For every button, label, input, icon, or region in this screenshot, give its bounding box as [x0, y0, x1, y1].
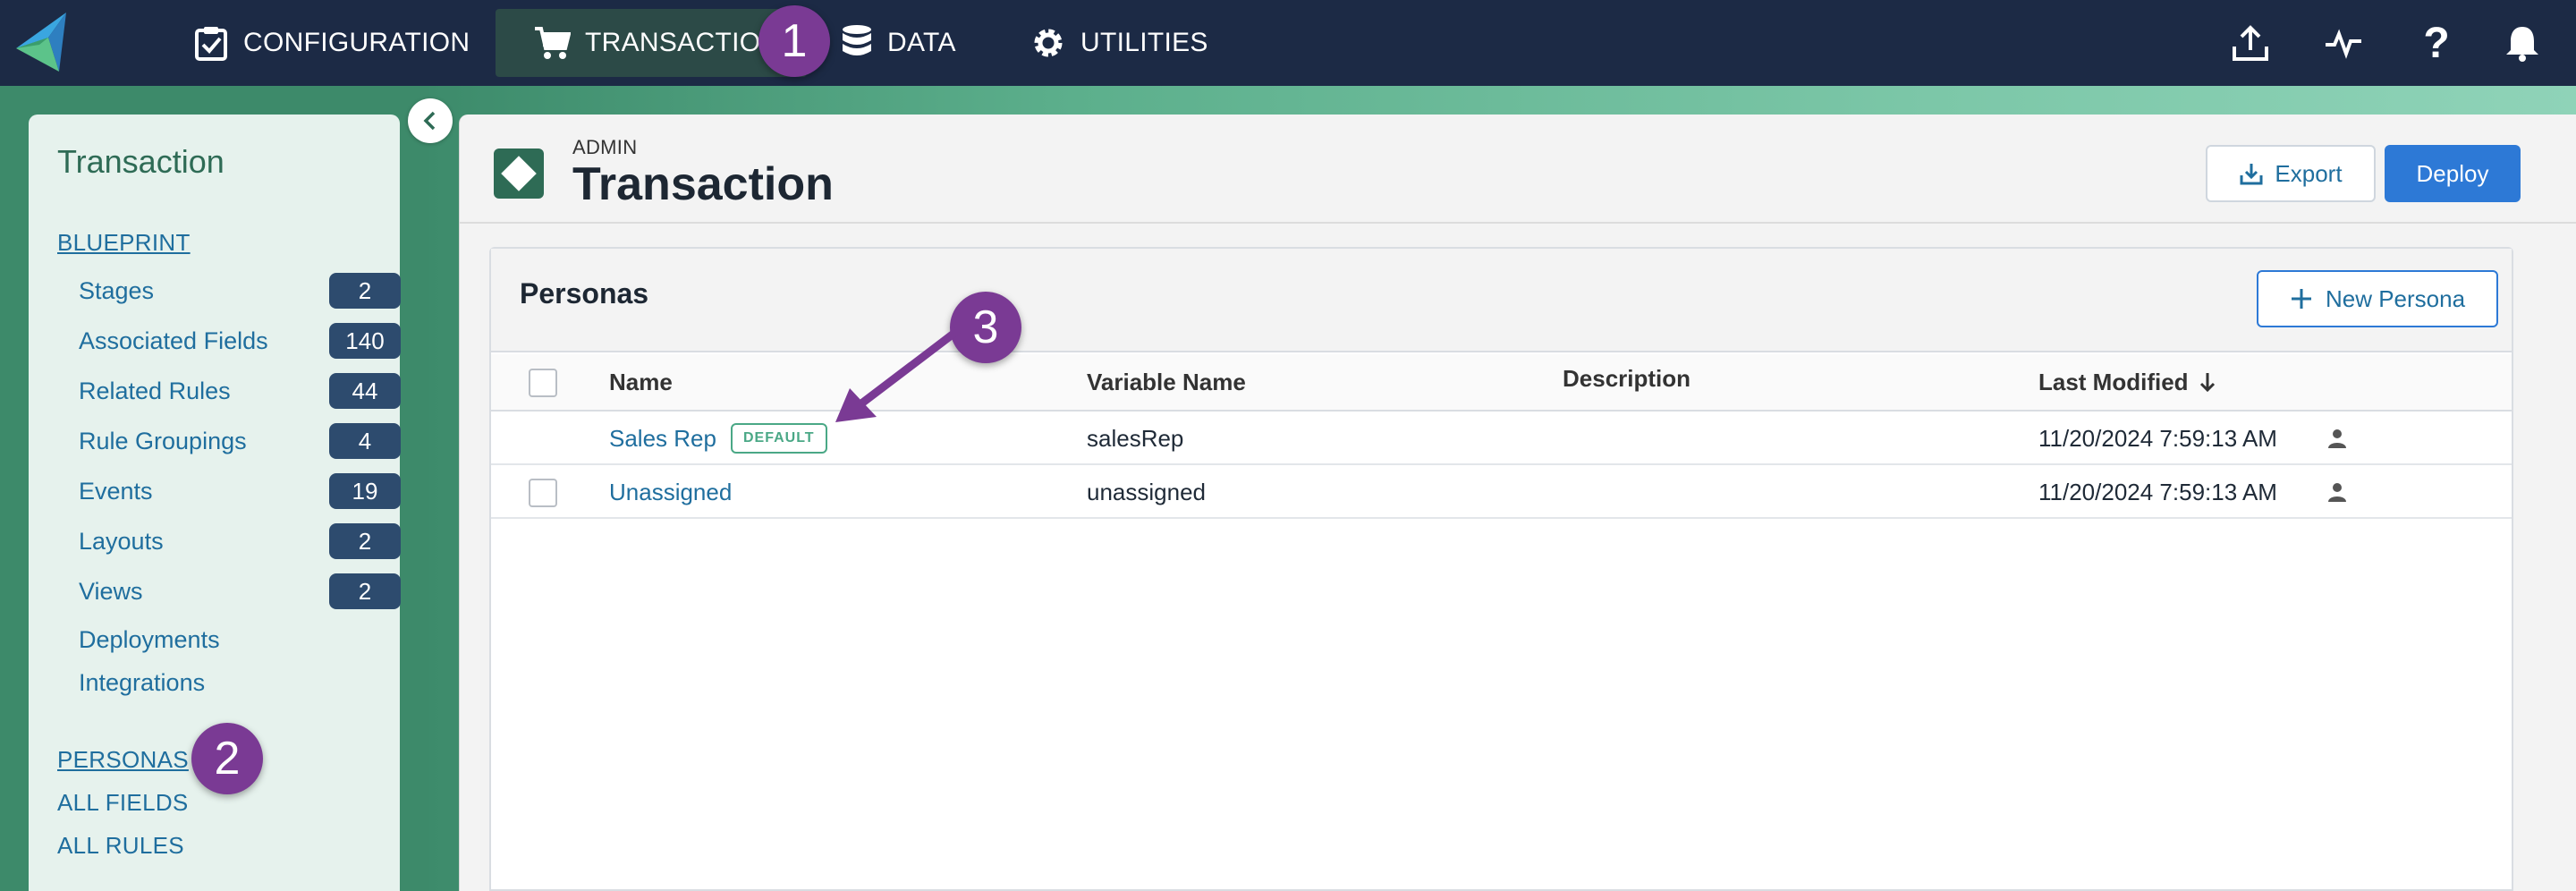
column-header-name[interactable]: Name	[609, 354, 673, 410]
variable-name-cell: unassigned	[1087, 478, 1206, 505]
table-row[interactable]: Sales Rep DEFAULT salesRep 11/20/2024 7:…	[491, 413, 2512, 465]
persona-name-cell: Unassigned	[609, 467, 732, 517]
new-persona-label: New Persona	[2325, 284, 2466, 312]
plus-icon	[2291, 289, 2311, 309]
activity-button[interactable]	[2317, 16, 2370, 70]
nav-data-label: DATA	[887, 28, 956, 57]
count-badge: 2	[329, 273, 401, 309]
sidebar-item-label: Views	[79, 577, 143, 605]
personas-card: Personas New Persona Name Variable Name …	[489, 247, 2513, 891]
last-modified-cell: 11/20/2024 7:59:13 AM	[2038, 478, 2277, 505]
sidebar-title: Transaction	[57, 143, 225, 180]
sidebar-item-related-rules[interactable]: Related Rules 44	[79, 372, 401, 410]
sidebar-item-label: Stages	[79, 276, 155, 304]
sidebar-item-label: Associated Fields	[79, 327, 268, 354]
top-navigation-bar: CONFIGURATION TRANSACTION DATA UTILITIES	[0, 0, 2576, 86]
sidebar-item-rule-groupings[interactable]: Rule Groupings 4	[79, 422, 401, 460]
persona-name-link[interactable]: Sales Rep	[609, 425, 716, 453]
clipboard-check-icon	[195, 27, 227, 61]
table-header-row: Name Variable Name Description Last Modi…	[491, 354, 2512, 412]
column-header-last-modified[interactable]: Last Modified	[2038, 354, 2217, 410]
cart-icon	[535, 27, 571, 59]
sidebar-item-layouts[interactable]: Layouts 2	[79, 522, 401, 560]
nav-transaction-label: TRANSACTION	[585, 28, 781, 57]
count-badge: 4	[329, 423, 401, 459]
annotation-arrow-icon	[835, 327, 962, 422]
count-badge: 44	[329, 373, 401, 409]
column-header-label: Last Modified	[2038, 368, 2189, 395]
nav-configuration-label: CONFIGURATION	[243, 28, 470, 57]
app-logo-icon[interactable]	[13, 13, 89, 73]
page-subtitle: ADMIN	[572, 136, 638, 158]
sidebar-item-label: Layouts	[79, 527, 164, 555]
count-badge: 2	[329, 573, 401, 609]
gear-icon	[1034, 29, 1063, 57]
default-badge: DEFAULT	[730, 423, 827, 454]
deploy-button[interactable]: Deploy	[2385, 145, 2521, 202]
personas-card-header: Personas New Persona	[491, 249, 2512, 352]
last-modified-cell: 11/20/2024 7:59:13 AM	[2038, 424, 2277, 452]
sidebar-item-stages[interactable]: Stages 2	[79, 272, 401, 310]
database-icon	[843, 25, 871, 55]
header-divider	[460, 222, 2576, 224]
upload-button[interactable]	[2224, 16, 2277, 70]
personas-title: Personas	[520, 277, 649, 310]
column-header-description[interactable]: Description	[1563, 351, 1690, 406]
page-title: Transaction	[572, 158, 834, 210]
count-badge: 19	[329, 473, 401, 509]
transaction-object-icon	[494, 148, 544, 199]
sidebar-item-label: Rule Groupings	[79, 427, 247, 454]
help-icon: ?	[2423, 19, 2450, 67]
user-icon	[2328, 429, 2346, 448]
sidebar-all-rules-link[interactable]: ALL RULES	[57, 832, 184, 860]
persona-name-cell: Sales Rep DEFAULT	[609, 413, 827, 463]
nav-data[interactable]: DATA	[841, 9, 956, 77]
sidebar-item-associated-fields[interactable]: Associated Fields 140	[79, 322, 401, 360]
bell-icon	[2506, 27, 2538, 62]
row-checkbox[interactable]	[529, 479, 557, 507]
sidebar-blueprint-link[interactable]: BLUEPRINT	[57, 229, 191, 257]
chevron-left-icon	[423, 111, 436, 131]
modified-by-user[interactable]	[2326, 413, 2348, 463]
sidebar-item-label: Events	[79, 477, 153, 505]
sidebar-personas-link[interactable]: PERSONAS	[57, 746, 189, 774]
step-marker-2: 2	[191, 723, 263, 794]
main-panel: ADMIN Transaction Export Deploy Personas…	[459, 115, 2576, 891]
sidebar-item-deployments[interactable]: Deployments	[79, 621, 401, 658]
column-header-variable-name[interactable]: Variable Name	[1087, 354, 1246, 410]
sidebar-item-events[interactable]: Events 19	[79, 472, 401, 510]
sort-descending-icon	[2199, 373, 2215, 393]
upload-icon	[2233, 25, 2268, 61]
step-marker-1: 1	[758, 5, 830, 77]
new-persona-button[interactable]: New Persona	[2257, 270, 2498, 327]
help-button[interactable]: ?	[2410, 16, 2463, 70]
sidebar-all-fields-link[interactable]: ALL FIELDS	[57, 789, 189, 817]
nav-utilities-label: UTILITIES	[1080, 28, 1208, 57]
export-label: Export	[2275, 159, 2343, 187]
table-row[interactable]: Unassigned unassigned 11/20/2024 7:59:13…	[491, 467, 2512, 519]
sidebar-item-label: Related Rules	[79, 377, 231, 404]
count-badge: 2	[329, 523, 401, 559]
sidebar-item-views[interactable]: Views 2	[79, 573, 401, 610]
download-icon	[2240, 164, 2263, 185]
notifications-button[interactable]	[2496, 16, 2549, 70]
count-badge: 140	[329, 323, 401, 359]
sidebar-item-label: Integrations	[79, 668, 206, 696]
nav-configuration[interactable]: CONFIGURATION	[193, 9, 470, 77]
activity-icon	[2326, 29, 2361, 59]
sidebar-item-label: Deployments	[79, 625, 220, 653]
variable-name-cell: salesRep	[1087, 424, 1184, 452]
select-all-checkbox[interactable]	[529, 369, 557, 397]
modified-by-user[interactable]	[2326, 467, 2348, 517]
collapse-sidebar-button[interactable]	[408, 98, 453, 143]
persona-name-link[interactable]: Unassigned	[609, 479, 732, 506]
user-icon	[2328, 483, 2346, 502]
export-button[interactable]: Export	[2206, 145, 2376, 202]
sidebar-item-integrations[interactable]: Integrations	[79, 664, 401, 701]
nav-utilities[interactable]: UTILITIES	[1030, 9, 1208, 77]
